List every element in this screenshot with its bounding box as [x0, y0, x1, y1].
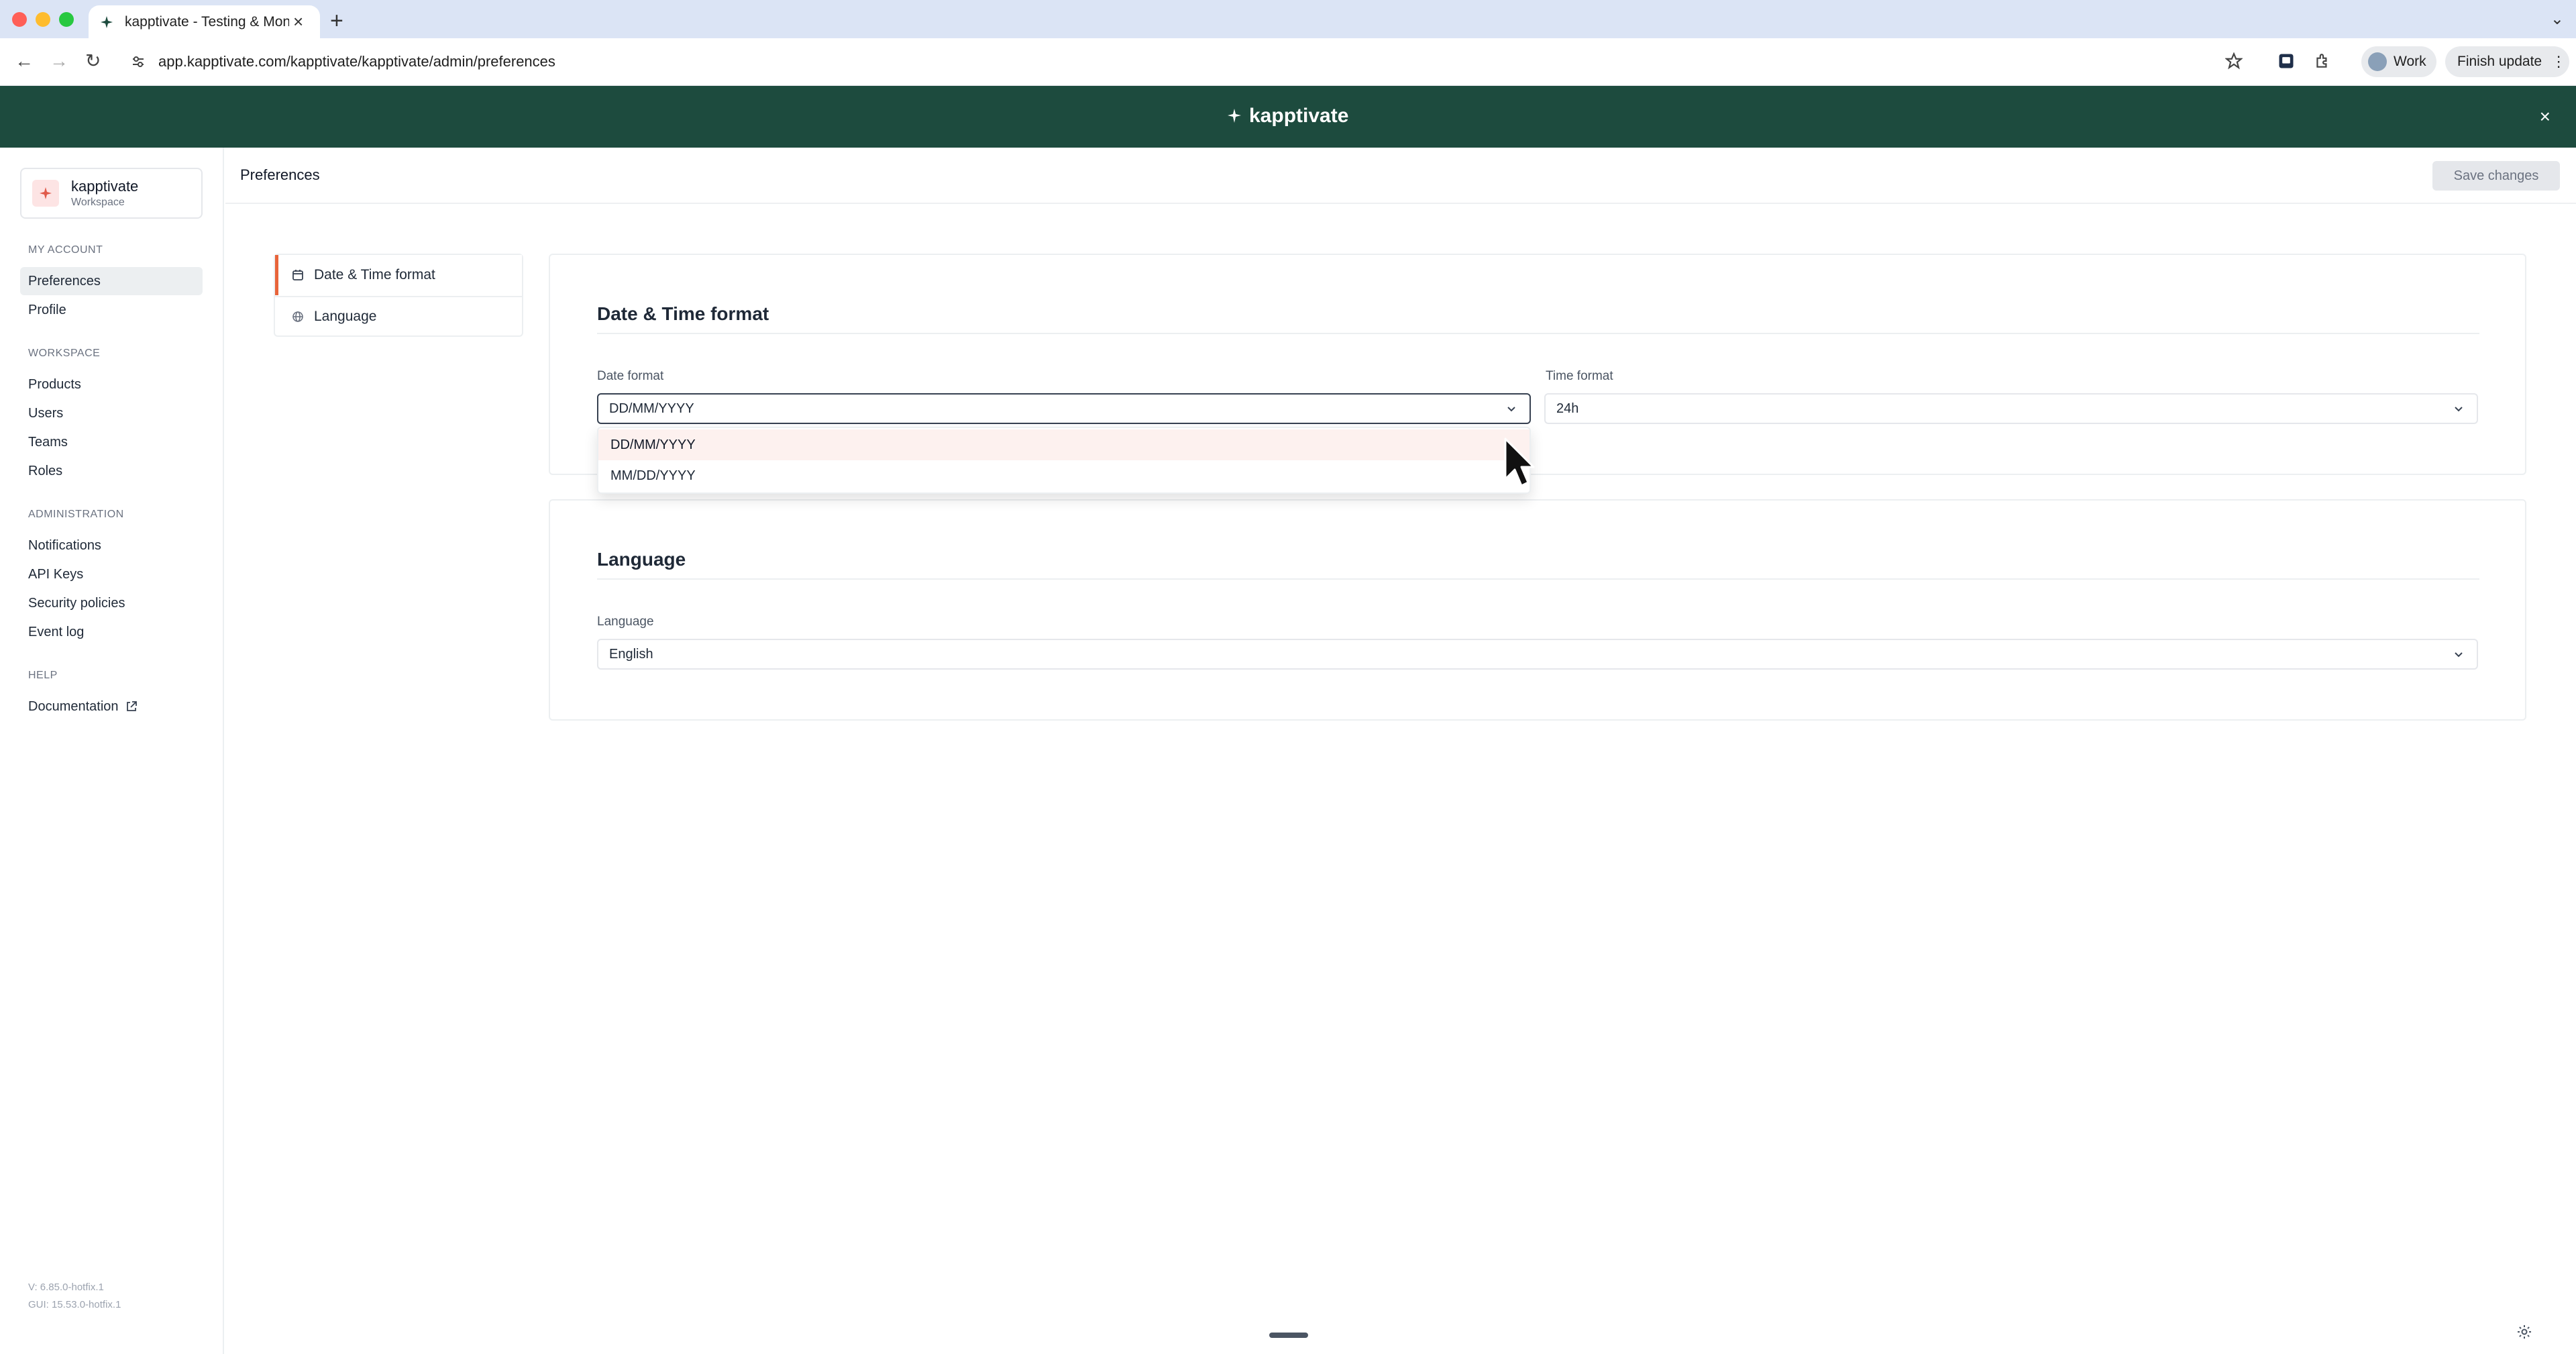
sidebar-item-roles[interactable]: Roles	[20, 457, 203, 485]
section-label-my-account: MY ACCOUNT	[28, 244, 103, 256]
date-format-option-mm-dd-yyyy[interactable]: MM/DD/YYYY	[598, 460, 1529, 491]
card-divider	[597, 333, 2479, 334]
language-value: English	[609, 646, 653, 662]
address-bar-url[interactable]: app.kapptivate.com/kapptivate/kapptivate…	[158, 53, 555, 70]
sidebar-item-api-keys[interactable]: API Keys	[20, 560, 203, 588]
tab-search-chevron-icon[interactable]: ⌄	[2551, 9, 2564, 29]
subnav-language[interactable]: Language	[275, 297, 522, 337]
page-title: Preferences	[240, 166, 320, 183]
minimize-window-button[interactable]	[36, 12, 50, 27]
workspace-logo-icon	[32, 180, 59, 207]
profile-chip[interactable]: Work	[2361, 46, 2436, 77]
back-arrow-icon[interactable]: ←	[15, 52, 34, 70]
workspace-name: kapptivate	[71, 178, 139, 195]
extension-icon[interactable]	[2274, 49, 2298, 73]
workspace-switcher[interactable]: kapptivate Workspace	[20, 168, 203, 219]
sidebar-item-security-policies[interactable]: Security policies	[20, 589, 203, 617]
language-card-title: Language	[597, 549, 686, 570]
documentation-label: Documentation	[28, 698, 119, 714]
calendar-icon	[290, 267, 306, 283]
date-time-card-title: Date & Time format	[597, 303, 769, 324]
time-format-value: 24h	[1556, 401, 1579, 416]
save-changes-button[interactable]: Save changes	[2432, 161, 2560, 191]
close-window-button[interactable]	[12, 12, 27, 27]
brand-name: kapptivate	[1249, 105, 1349, 127]
external-link-icon	[125, 700, 138, 713]
card-divider	[597, 578, 2479, 580]
date-format-label: Date format	[597, 369, 664, 383]
forward-arrow-icon[interactable]: →	[50, 52, 68, 70]
preferences-subnav: Date & Time format Language	[274, 254, 523, 337]
profile-label: Work	[2394, 54, 2426, 69]
drag-handle[interactable]	[1269, 1333, 1308, 1338]
version-api: V: 6.85.0-hotfix.1	[28, 1282, 104, 1293]
chevron-down-icon	[2453, 648, 2465, 660]
workspace-subtitle: Workspace	[71, 197, 125, 208]
mouse-pointer-icon	[1504, 437, 1535, 487]
section-label-administration: ADMINISTRATION	[28, 509, 124, 520]
page-header: Preferences Save changes	[225, 148, 2576, 204]
section-label-workspace: WORKSPACE	[28, 348, 101, 359]
sidebar: kapptivate Workspace MY ACCOUNT Preferen…	[0, 148, 224, 1354]
section-label-help: HELP	[28, 670, 58, 681]
sidebar-item-documentation[interactable]: Documentation	[20, 692, 203, 721]
version-gui: GUI: 15.53.0-hotfix.1	[28, 1299, 121, 1310]
sidebar-item-notifications[interactable]: Notifications	[20, 531, 203, 560]
browser-toolbar: ← → ↻ app.kapptivate.com/kapptivate/kapp…	[0, 38, 2576, 86]
finish-update-label: Finish update	[2457, 54, 2542, 69]
app-banner: kapptivate ×	[0, 86, 2576, 148]
sidebar-item-event-log[interactable]: Event log	[20, 618, 203, 646]
subnav-date-time-label: Date & Time format	[314, 267, 435, 282]
kapptivate-favicon-icon	[98, 13, 115, 31]
brand: kapptivate	[1225, 105, 1348, 127]
sidebar-item-preferences[interactable]: Preferences	[20, 267, 203, 295]
subnav-date-time-format[interactable]: Date & Time format	[275, 255, 522, 295]
browser-tab-active[interactable]: kapptivate - Testing & Monitoring ×	[89, 5, 320, 38]
extensions-puzzle-icon[interactable]	[2310, 49, 2334, 73]
globe-icon	[290, 309, 306, 325]
language-label: Language	[597, 615, 654, 629]
time-format-label: Time format	[1546, 369, 1613, 383]
language-card: Language Language	[549, 499, 2526, 721]
banner-close-icon[interactable]: ×	[2540, 106, 2551, 127]
reload-icon[interactable]: ↻	[85, 52, 101, 70]
language-select[interactable]: English	[597, 639, 2478, 670]
date-format-dropdown: DD/MM/YYYY MM/DD/YYYY	[597, 427, 1531, 494]
maximize-window-button[interactable]	[59, 12, 74, 27]
new-tab-icon[interactable]: +	[330, 8, 343, 34]
sidebar-item-users[interactable]: Users	[20, 399, 203, 427]
finish-update-button[interactable]: Finish update ⋮	[2445, 46, 2569, 77]
more-vert-icon: ⋮	[2551, 53, 2567, 70]
kapptivate-logo-icon	[1225, 107, 1244, 125]
sidebar-item-teams[interactable]: Teams	[20, 428, 203, 456]
sidebar-item-products[interactable]: Products	[20, 370, 203, 399]
subnav-language-label: Language	[314, 309, 377, 324]
chevron-down-icon	[1505, 403, 1517, 415]
browser-tab-bar: kapptivate - Testing & Monitoring × + ⌄	[0, 0, 2576, 38]
site-settings-icon[interactable]	[129, 53, 147, 70]
bookmark-star-icon[interactable]	[2222, 49, 2246, 73]
chevron-down-icon	[2453, 403, 2465, 415]
profile-avatar	[2368, 52, 2387, 71]
tab-title: kapptivate - Testing & Monitoring	[125, 13, 289, 30]
gear-icon[interactable]	[2514, 1322, 2534, 1342]
date-format-value: DD/MM/YYYY	[609, 401, 694, 416]
sidebar-item-profile[interactable]: Profile	[20, 296, 203, 324]
tab-close-icon[interactable]: ×	[293, 11, 303, 32]
date-format-option-dd-mm-yyyy[interactable]: DD/MM/YYYY	[598, 429, 1529, 460]
time-format-select[interactable]: 24h	[1544, 393, 2478, 424]
date-format-select[interactable]: DD/MM/YYYY	[597, 393, 1531, 424]
